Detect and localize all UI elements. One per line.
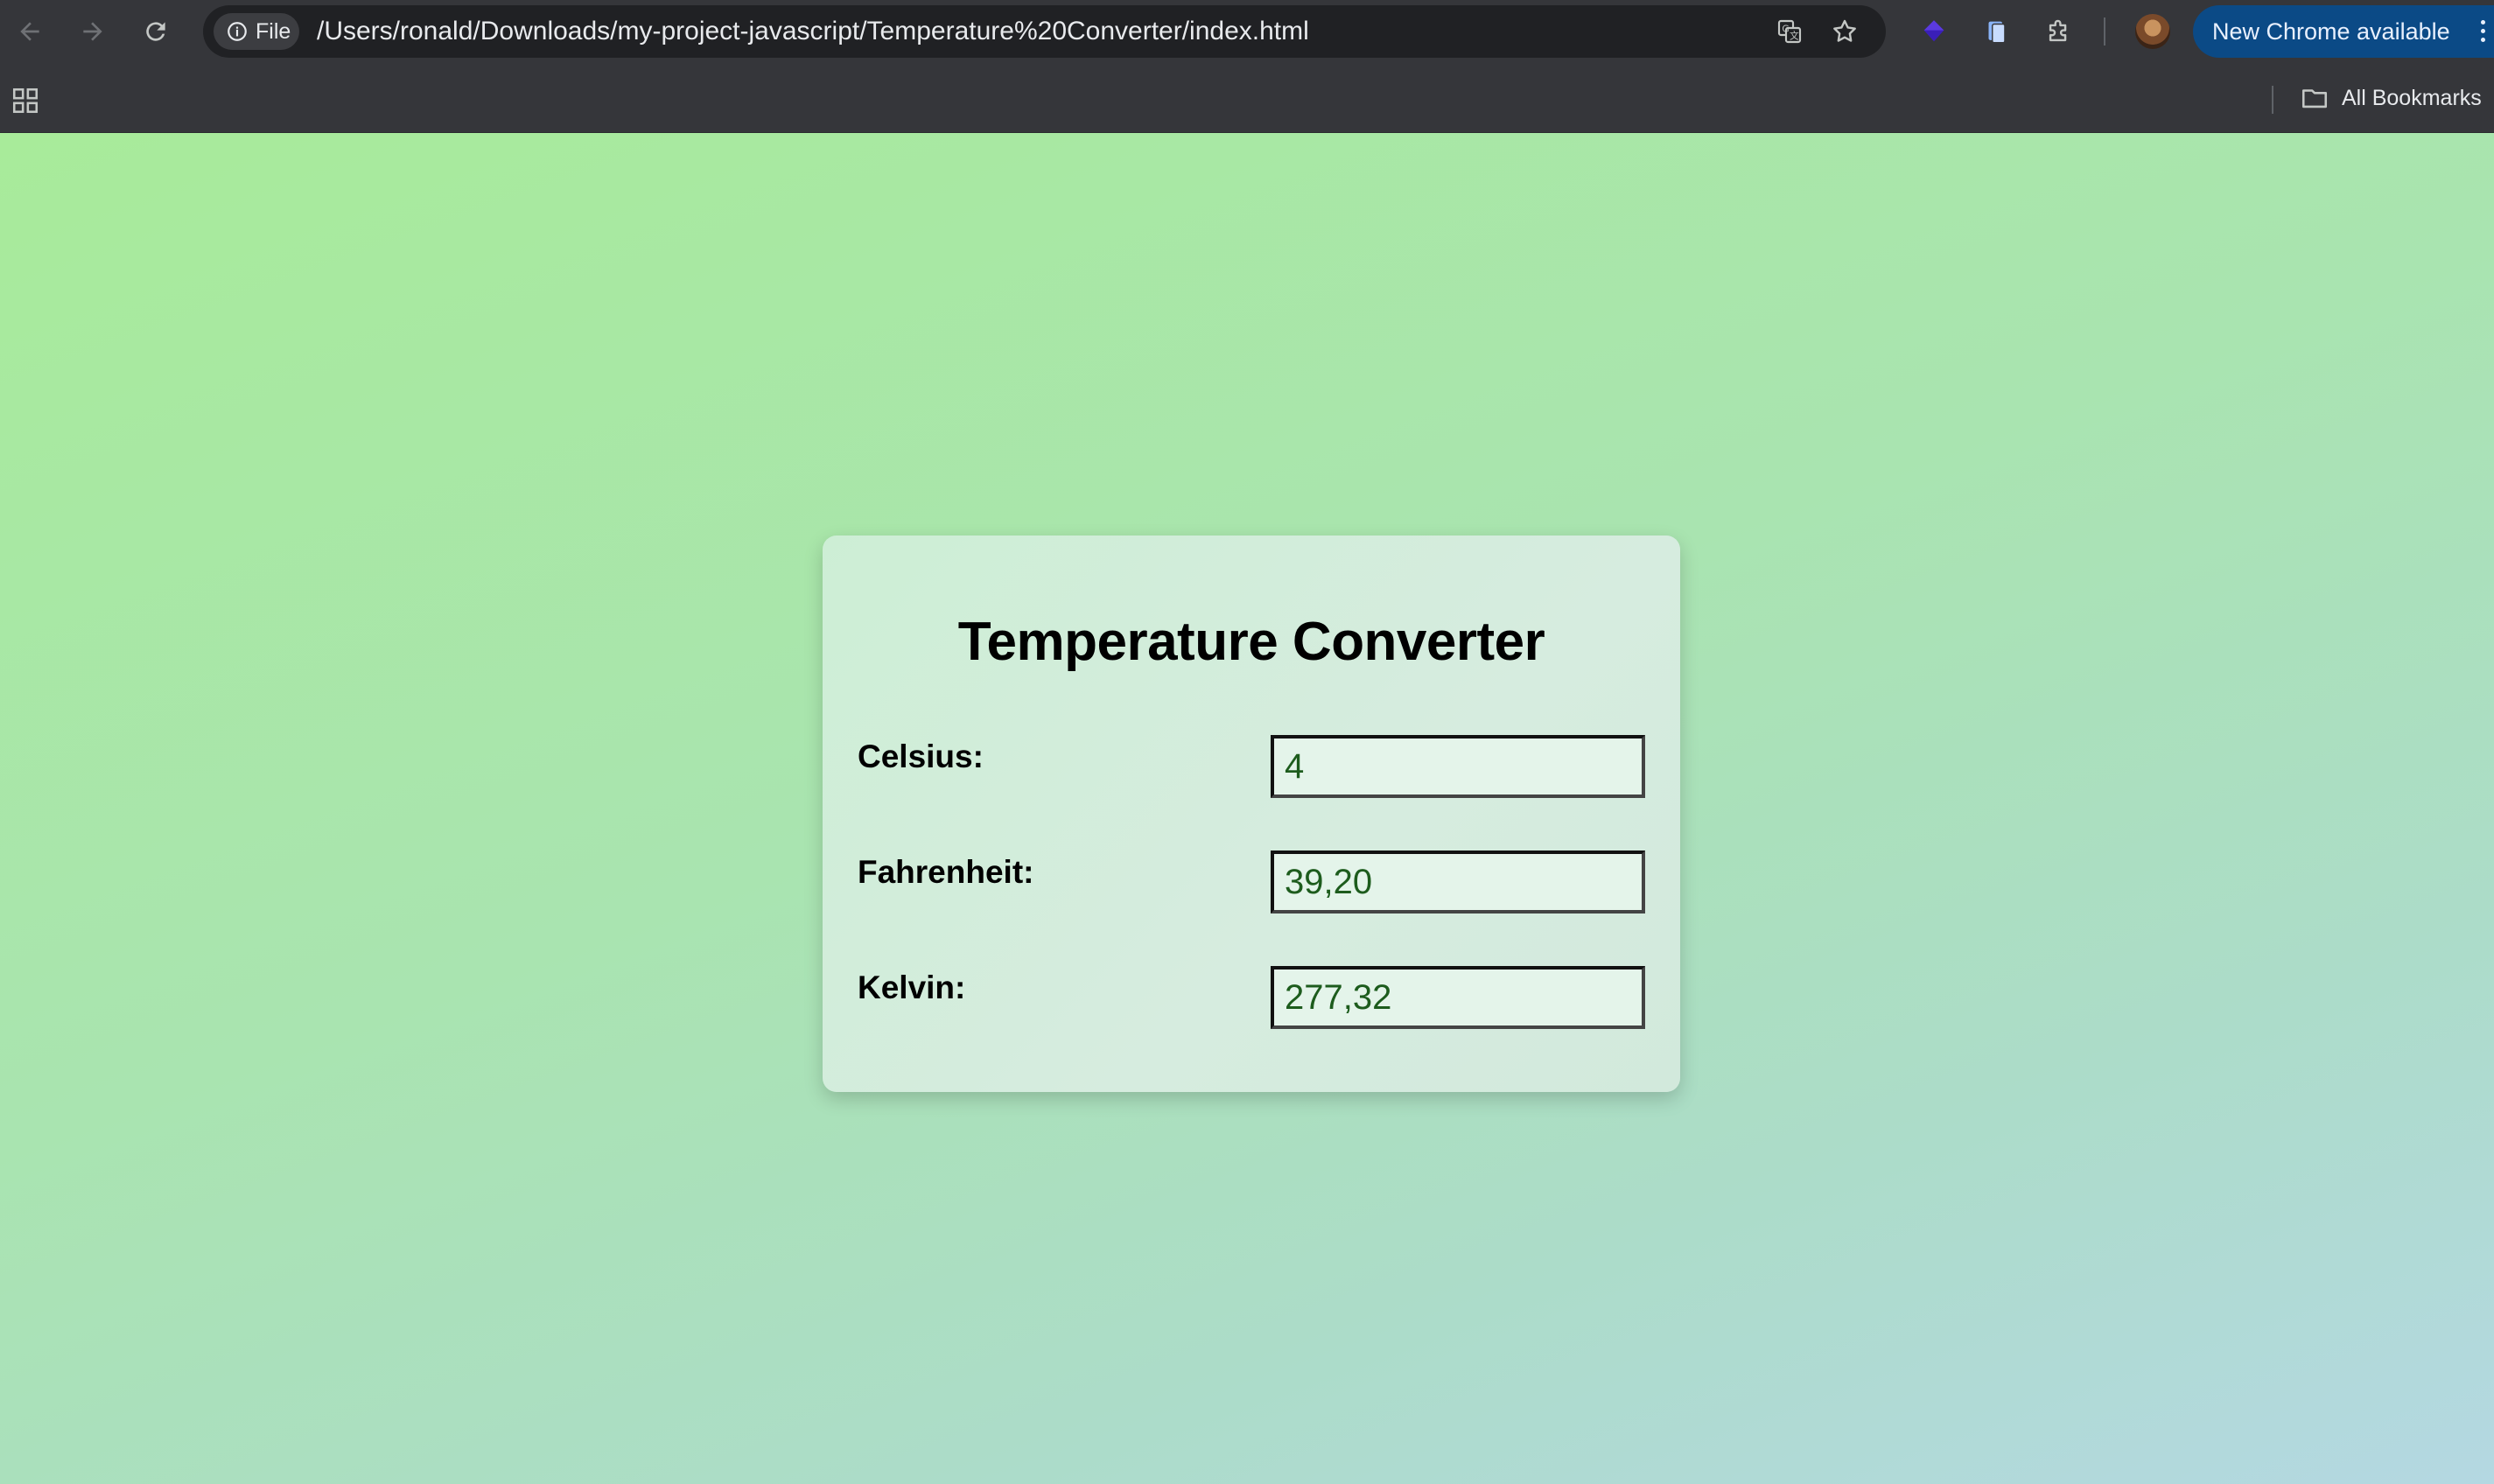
celsius-input[interactable] (1271, 735, 1645, 798)
browser-toolbar: File /Users/ronald/Downloads/my-project-… (0, 0, 2494, 63)
chip-label: File (256, 18, 291, 44)
kelvin-input[interactable] (1271, 966, 1645, 1029)
bookmarks-bar: All Bookmarks (0, 63, 2494, 133)
celsius-label: Celsius: (858, 738, 984, 774)
svg-text:G: G (1782, 24, 1789, 35)
svg-text:文: 文 (1790, 31, 1799, 42)
toolbar-divider (2104, 18, 2105, 46)
translate-icon[interactable]: G文 (1774, 16, 1805, 47)
kelvin-label: Kelvin: (858, 970, 966, 1005)
puzzle-icon[interactable] (2042, 14, 2077, 49)
address-bar[interactable]: File /Users/ronald/Downloads/my-project-… (203, 5, 1886, 58)
page-title: Temperature Converter (957, 612, 1545, 672)
fahrenheit-input[interactable] (1271, 850, 1645, 914)
converter-card: Temperature Converter Celsius: Fahrenhei… (823, 536, 1680, 1092)
info-icon (228, 22, 247, 41)
document-icon[interactable] (1979, 14, 2014, 49)
bookmarks-divider (2272, 86, 2273, 114)
apps-grid-icon[interactable] (11, 86, 40, 116)
profile-avatar[interactable] (2135, 14, 2170, 49)
update-button-label: New Chrome available (2212, 18, 2450, 45)
purple-gem-icon[interactable] (1916, 14, 1951, 49)
url-text[interactable]: /Users/ronald/Downloads/my-project-javas… (317, 5, 1309, 58)
all-bookmarks-label: All Bookmarks (2342, 85, 2482, 110)
all-bookmarks-button[interactable]: All Bookmarks (2300, 79, 2482, 117)
new-chrome-button[interactable]: New Chrome available (2193, 5, 2494, 58)
fahrenheit-label: Fahrenheit: (858, 854, 1034, 890)
reload-icon[interactable] (137, 12, 175, 51)
kebab-menu-icon[interactable] (2478, 18, 2487, 47)
folder-icon (2301, 89, 2328, 108)
back-arrow-icon[interactable] (11, 12, 49, 51)
page-viewport: Temperature Converter Celsius: Fahrenhei… (0, 133, 2494, 1484)
star-icon[interactable] (1829, 16, 1860, 47)
forward-arrow-icon[interactable] (74, 12, 112, 51)
